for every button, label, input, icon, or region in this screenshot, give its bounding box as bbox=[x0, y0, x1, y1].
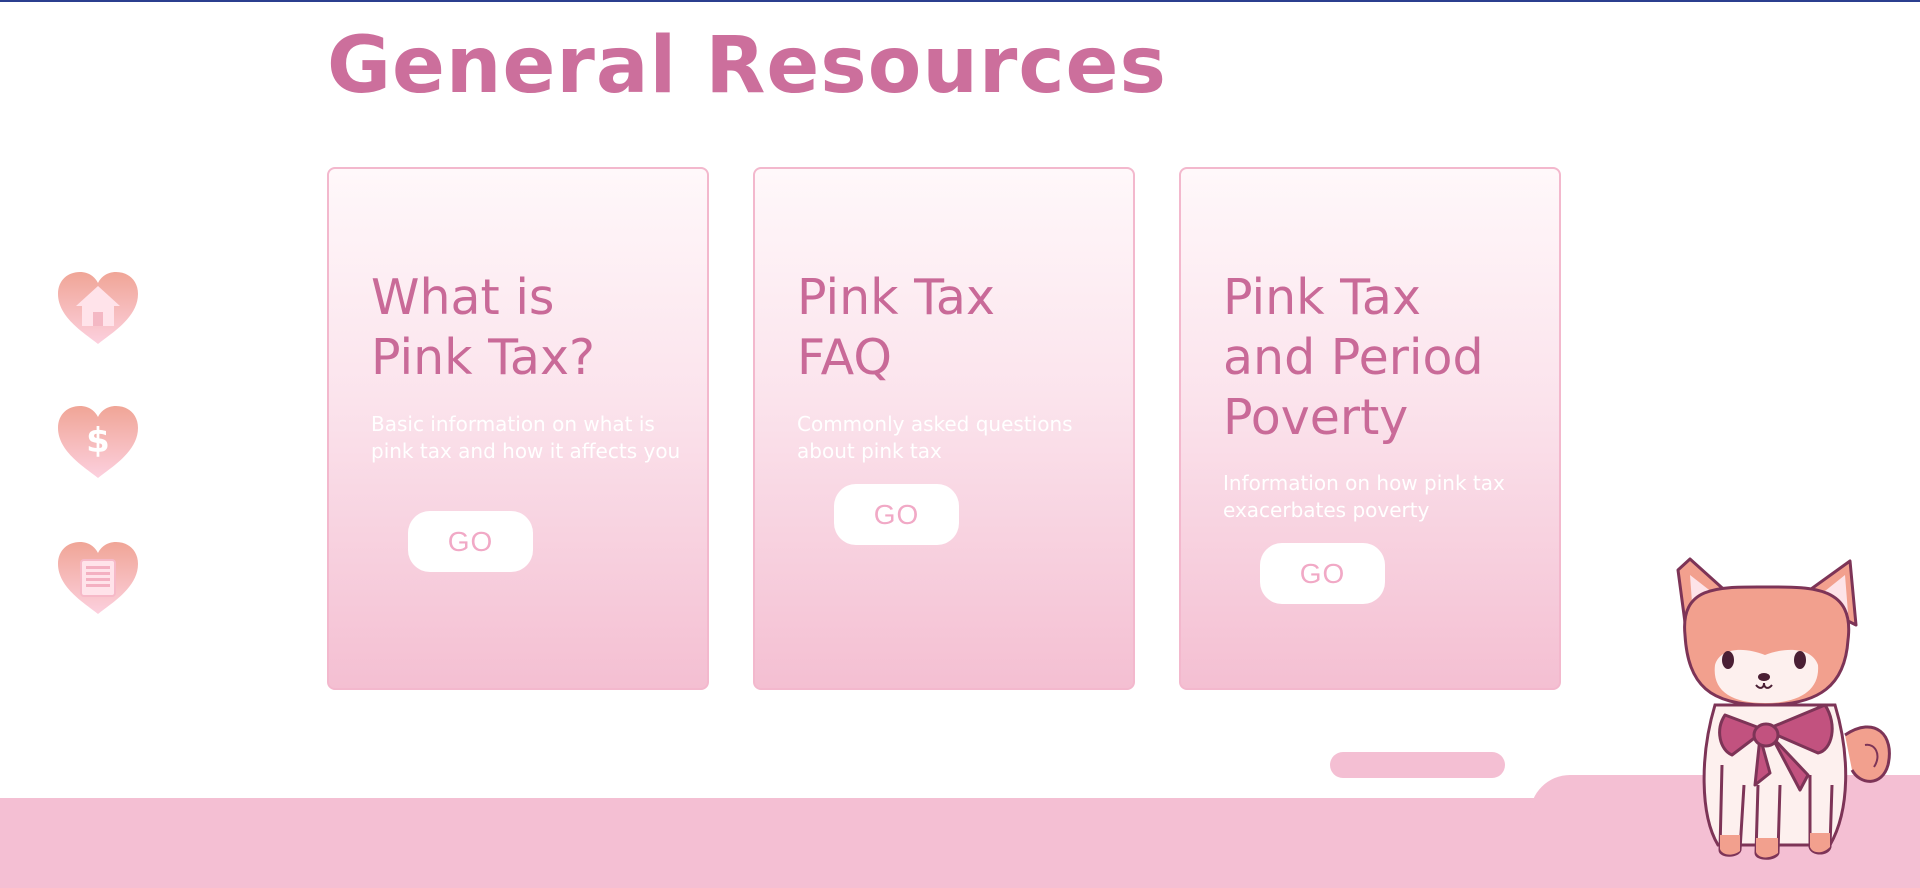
card-description: Information on how pink tax exacerbates … bbox=[1223, 471, 1505, 522]
page-title: General Resources bbox=[327, 21, 1167, 111]
card-pink-tax-faq: Pink Tax FAQ Commonly asked questions ab… bbox=[753, 167, 1135, 690]
card-description: Basic information on what is pink tax an… bbox=[371, 412, 681, 463]
nav-home-button[interactable] bbox=[56, 270, 140, 346]
card-title-line: and Period bbox=[1223, 329, 1484, 386]
card-title-line: FAQ bbox=[797, 329, 892, 386]
card-title: What is Pink Tax? bbox=[371, 268, 691, 388]
decorative-pill bbox=[1330, 752, 1505, 778]
card-title-line: Pink Tax bbox=[1223, 269, 1421, 326]
shiba-mascot-illustration bbox=[1676, 557, 1891, 860]
dollar-icon: $ bbox=[58, 406, 138, 478]
card-title: Pink Tax and Period Poverty bbox=[1223, 268, 1543, 448]
top-accent-rule bbox=[0, 0, 1920, 2]
card-pink-tax-period-poverty: Pink Tax and Period Poverty Information … bbox=[1179, 167, 1561, 690]
card-what-is-pink-tax: What is Pink Tax? Basic information on w… bbox=[327, 167, 709, 690]
nav-documents-button[interactable] bbox=[56, 540, 140, 616]
card-title-line: Pink Tax bbox=[797, 269, 995, 326]
go-button-pink-tax-faq[interactable]: GO bbox=[834, 484, 959, 545]
home-icon bbox=[58, 272, 138, 344]
card-title-line: Pink Tax? bbox=[371, 329, 595, 386]
card-title: Pink Tax FAQ bbox=[797, 268, 1117, 388]
nav-money-button[interactable]: $ bbox=[56, 404, 140, 480]
card-title-line: Poverty bbox=[1223, 389, 1409, 446]
document-icon bbox=[58, 542, 138, 614]
dollar-glyph: $ bbox=[86, 421, 110, 461]
card-description: Commonly asked questions about pink tax bbox=[797, 412, 1073, 463]
card-title-line: What is bbox=[371, 269, 555, 326]
go-button-what-is-pink-tax[interactable]: GO bbox=[408, 511, 533, 572]
go-button-pink-tax-period-poverty[interactable]: GO bbox=[1260, 543, 1385, 604]
